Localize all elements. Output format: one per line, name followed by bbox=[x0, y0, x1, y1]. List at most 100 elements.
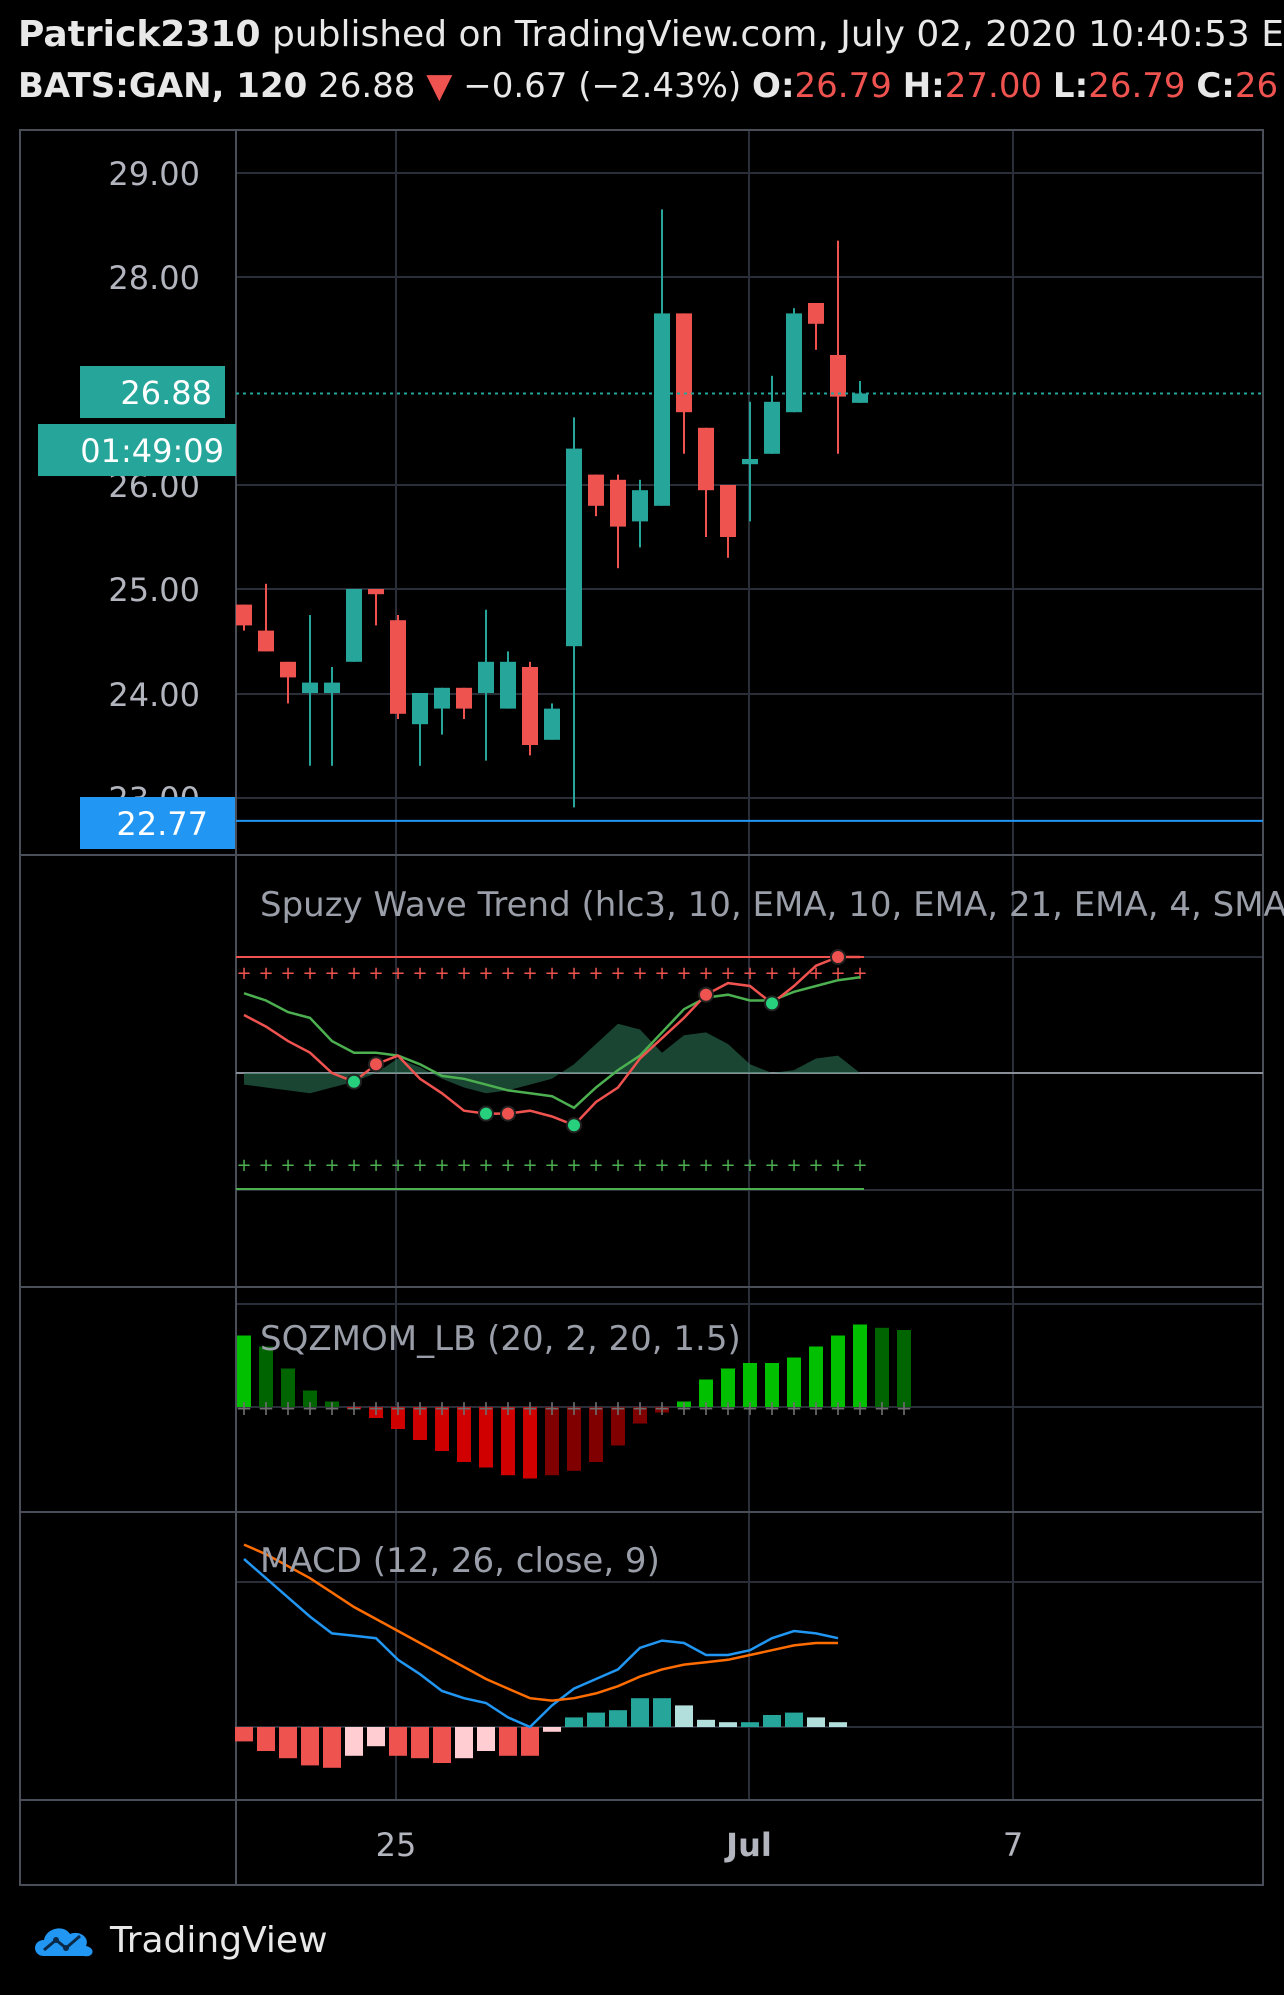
candle-body bbox=[610, 479, 626, 527]
overbought-marker: + bbox=[456, 963, 471, 984]
oversold-marker: + bbox=[390, 1155, 405, 1176]
countdown-tag: 01:49:09 bbox=[38, 424, 236, 476]
sqzmom-dot: + bbox=[412, 1396, 429, 1420]
overbought-marker: + bbox=[302, 963, 317, 984]
tradingview-logo-icon bbox=[35, 1928, 93, 1957]
sqzmom-title[interactable]: SQZMOM_LB (20, 2, 20, 1.5) bbox=[260, 1319, 741, 1359]
sqzmom-dot: + bbox=[830, 1396, 847, 1420]
price-tick: 28.00 bbox=[108, 259, 200, 297]
oversold-marker: + bbox=[280, 1155, 295, 1176]
macd-histogram-bar bbox=[433, 1727, 451, 1763]
overbought-marker: + bbox=[852, 963, 867, 984]
sqzmom-dot: + bbox=[654, 1396, 671, 1420]
overbought-marker: + bbox=[720, 963, 735, 984]
candle-body bbox=[544, 708, 560, 740]
overbought-marker: + bbox=[324, 963, 339, 984]
oversold-marker: + bbox=[566, 1155, 581, 1176]
overbought-marker: + bbox=[654, 963, 669, 984]
price-tick: 24.00 bbox=[108, 676, 200, 714]
overbought-marker: + bbox=[676, 963, 691, 984]
overbought-marker: + bbox=[280, 963, 295, 984]
candle-body bbox=[632, 490, 648, 522]
sqzmom-dot: + bbox=[566, 1396, 583, 1420]
candle-body bbox=[456, 687, 472, 709]
wavetrend-cross-dot bbox=[698, 986, 714, 1003]
oversold-marker: + bbox=[654, 1155, 669, 1176]
macd-histogram-bar bbox=[279, 1727, 297, 1759]
oversold-marker: + bbox=[368, 1155, 383, 1176]
candle-body bbox=[588, 474, 604, 506]
overbought-marker: + bbox=[588, 963, 603, 984]
macd-histogram-bar bbox=[499, 1727, 517, 1756]
oversold-marker: + bbox=[742, 1155, 757, 1176]
sqzmom-dot: + bbox=[676, 1396, 693, 1420]
oversold-marker: + bbox=[720, 1155, 735, 1176]
oversold-marker: + bbox=[522, 1155, 537, 1176]
wavetrend-histogram-area bbox=[244, 1023, 860, 1094]
oversold-marker: + bbox=[478, 1155, 493, 1176]
overbought-marker: + bbox=[368, 963, 383, 984]
oversold-marker: + bbox=[456, 1155, 471, 1176]
sqzmom-dot: + bbox=[764, 1396, 781, 1420]
candle-body bbox=[786, 313, 802, 413]
time-axis[interactable]: 25 Jul 7 bbox=[376, 1826, 1024, 1864]
price-axis[interactable]: 29.00 28.00 26.00 25.00 24.00 23.00 bbox=[108, 155, 200, 818]
sqzmom-dot: + bbox=[808, 1396, 825, 1420]
overbought-marker: + bbox=[346, 963, 361, 984]
candle-body bbox=[500, 661, 516, 709]
overbought-marker: + bbox=[478, 963, 493, 984]
candle-body bbox=[258, 630, 274, 652]
sqzmom-dot: + bbox=[258, 1396, 275, 1420]
macd-histogram-bar bbox=[697, 1719, 715, 1727]
current-price-tag: 26.88 bbox=[80, 366, 225, 418]
tradingview-brand[interactable]: TradingView bbox=[30, 1915, 328, 1965]
macd-histogram-bar bbox=[741, 1722, 759, 1727]
oversold-marker: + bbox=[610, 1155, 625, 1176]
macd-histogram-bar bbox=[345, 1727, 363, 1756]
time-tick: Jul bbox=[724, 1826, 772, 1864]
wavetrend-title[interactable]: Spuzy Wave Trend (hlc3, 10, EMA, 10, EMA… bbox=[260, 885, 1284, 925]
macd-histogram-bar bbox=[653, 1698, 671, 1727]
overbought-marker: + bbox=[522, 963, 537, 984]
level-tag: 22.77 bbox=[80, 797, 235, 849]
sqzmom-dot: + bbox=[500, 1396, 517, 1420]
oversold-marker: + bbox=[808, 1155, 823, 1176]
oversold-marker: + bbox=[830, 1155, 845, 1176]
overbought-marker: + bbox=[698, 963, 713, 984]
macd-title[interactable]: MACD (12, 26, close, 9) bbox=[260, 1541, 660, 1581]
overbought-marker: + bbox=[742, 963, 757, 984]
candle-body bbox=[478, 661, 494, 693]
candle-body bbox=[808, 303, 824, 324]
oversold-marker: + bbox=[434, 1155, 449, 1176]
macd-histogram-bar bbox=[807, 1717, 825, 1727]
macd-histogram-bar bbox=[587, 1712, 605, 1727]
oversold-marker: + bbox=[346, 1155, 361, 1176]
wavetrend-cross-dot bbox=[500, 1105, 516, 1122]
candle-body bbox=[280, 661, 296, 678]
candle-body bbox=[522, 667, 538, 745]
sqzmom-dot: + bbox=[434, 1396, 451, 1420]
macd-histogram-bar bbox=[829, 1722, 847, 1727]
macd-histogram-bar bbox=[675, 1705, 693, 1727]
sqzmom-dot: + bbox=[720, 1396, 737, 1420]
oversold-marker: + bbox=[302, 1155, 317, 1176]
sqzmom-dot: + bbox=[368, 1396, 385, 1420]
sqzmom-dot: + bbox=[522, 1396, 539, 1420]
macd-histogram-bar bbox=[543, 1727, 561, 1732]
macd-histogram-bar bbox=[411, 1727, 429, 1759]
sqzmom-dot: + bbox=[390, 1396, 407, 1420]
oversold-marker: + bbox=[500, 1155, 515, 1176]
macd-histogram-bar bbox=[455, 1727, 473, 1759]
oversold-marker: + bbox=[588, 1155, 603, 1176]
price-tick: 25.00 bbox=[108, 571, 200, 609]
chart-canvas[interactable]: 29.00 28.00 26.00 25.00 24.00 23.00 ++++… bbox=[0, 0, 1284, 1995]
oversold-marker: + bbox=[258, 1155, 273, 1176]
macd-histogram-bar bbox=[257, 1727, 275, 1751]
candle-body bbox=[412, 693, 428, 725]
candle-body bbox=[830, 355, 846, 397]
candle-body bbox=[566, 448, 582, 647]
oversold-marker: + bbox=[632, 1155, 647, 1176]
wavetrend-cross-dot bbox=[566, 1117, 582, 1134]
sqzmom-dot: + bbox=[896, 1396, 913, 1420]
candle-body bbox=[390, 620, 406, 714]
